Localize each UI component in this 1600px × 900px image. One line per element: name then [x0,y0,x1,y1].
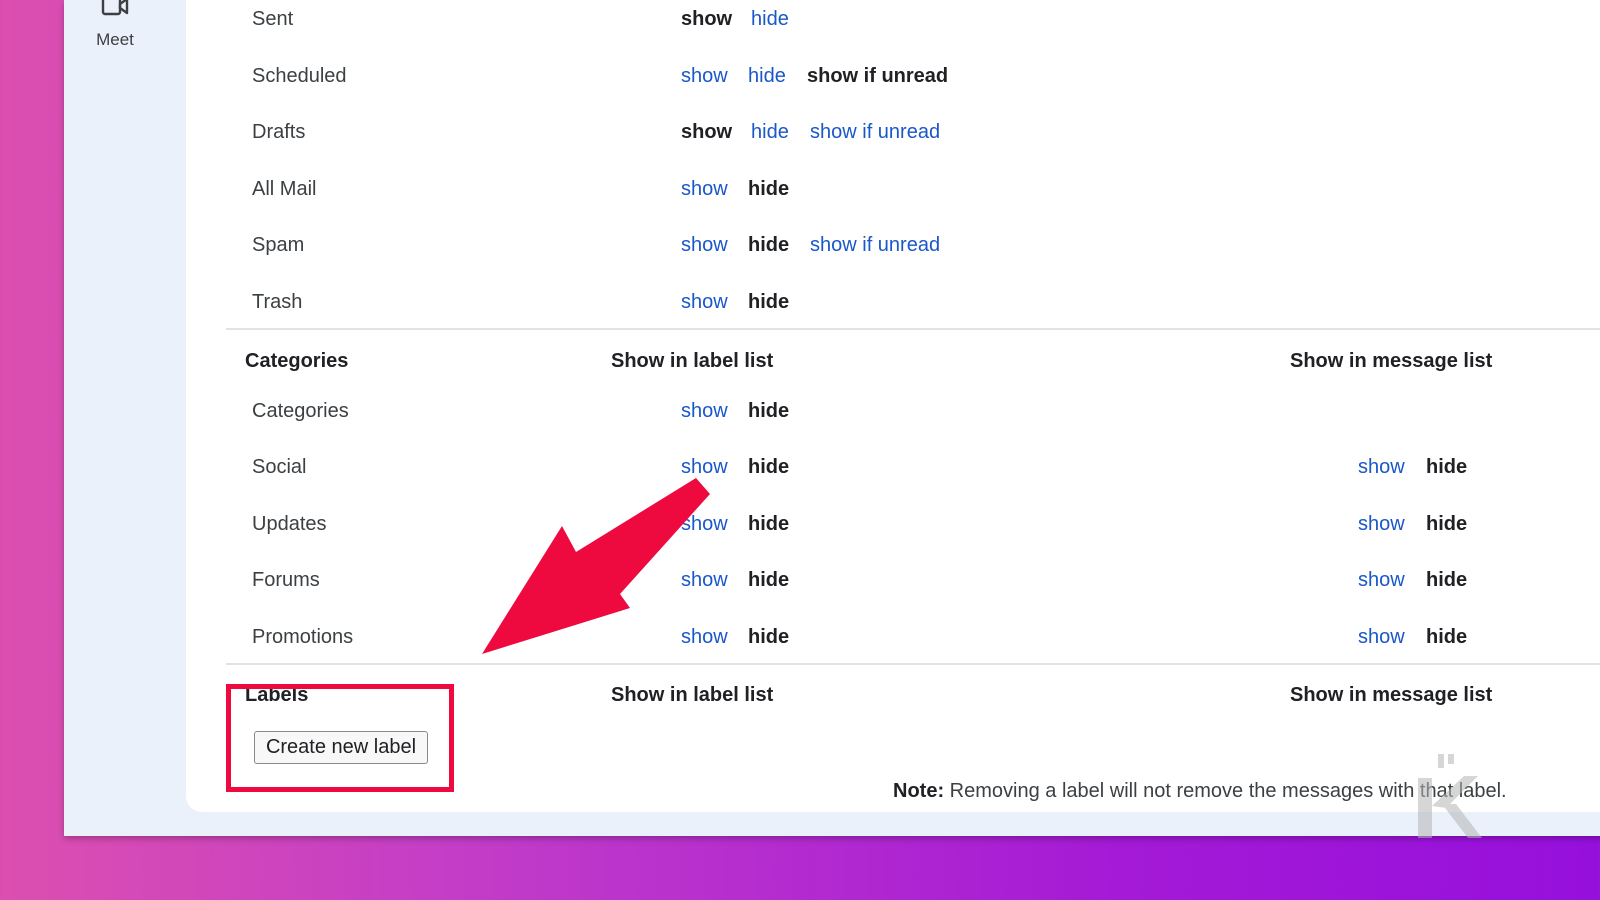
category-option-hide: hide [1426,626,1468,648]
category-option-hide: hide [1426,569,1468,591]
category-row: Social show hide show hide [186,450,1600,490]
system-label-option: show if unread [807,65,949,87]
category-option-hide: hide [748,569,790,591]
category-option-show[interactable]: show [1358,513,1405,536]
category-option-hide: hide [748,626,790,648]
category-row: Forums show hide show hide [186,563,1600,603]
categories-col-label-list: Show in label list [611,350,774,372]
category-option-hide: hide [1426,456,1468,478]
category-name: Categories [252,400,349,422]
category-name: Forums [252,569,320,591]
system-label-row: Scheduled show hide show if unread [186,59,1600,99]
system-label-name: Trash [252,291,303,313]
category-name: Updates [252,513,327,535]
system-label-option: show [681,121,733,143]
system-label-option: hide [748,178,790,200]
system-label-row: All Mail show hide [186,172,1600,212]
pointer-arrow-icon [482,478,710,654]
category-name: Social [252,456,307,478]
system-label-row: Trash show hide [186,285,1600,325]
system-label-row: Sent show hide [186,2,1600,42]
system-label-option[interactable]: show [681,291,728,314]
categories-col-message-list: Show in message list [1290,350,1493,372]
note-label: Note: [893,780,945,802]
system-label-option[interactable]: hide [751,8,789,31]
system-label-name: Drafts [252,121,306,143]
highlight-box [226,684,454,792]
system-label-name: Sent [252,8,294,30]
system-label-name: Scheduled [252,65,347,87]
category-option-show[interactable]: show [1358,569,1405,592]
category-option-hide: hide [1426,513,1468,535]
category-option-show[interactable]: show [1358,626,1405,649]
system-label-option: hide [748,291,790,313]
system-label-option[interactable]: show [681,178,728,201]
system-label-row: Drafts show hide show if unread [186,115,1600,155]
category-option-show[interactable]: show [1358,456,1405,479]
category-option-hide: hide [748,513,790,535]
system-label-name: All Mail [252,178,317,200]
system-label-option[interactable]: show [681,234,728,257]
system-label-option: hide [748,234,790,256]
category-option-hide: hide [748,400,790,422]
category-row: Categories show hide [186,394,1600,434]
rail-meet-label: Meet [96,30,134,49]
rail-meet-item[interactable]: Meet [82,0,148,50]
category-row: Updates show hide show hide [186,507,1600,547]
category-option-hide: hide [748,456,790,478]
categories-heading: Categories [245,350,349,372]
system-label-option[interactable]: hide [748,65,786,88]
category-row: Promotions show hide show hide [186,620,1600,660]
section-divider [226,328,1600,330]
category-option-show[interactable]: show [681,400,728,423]
video-camera-icon [101,0,129,16]
system-label-option[interactable]: hide [751,121,789,144]
watermark-logo [1418,754,1482,838]
labels-col-label-list: Show in label list [611,684,774,706]
system-label-option[interactable]: show if unread [810,234,940,257]
system-label-option[interactable]: show [681,65,728,88]
system-label-row: Spam show hide show if unread [186,228,1600,268]
system-label-option[interactable]: show if unread [810,121,940,144]
labels-col-message-list: Show in message list [1290,684,1493,706]
system-label-option: show [681,8,733,30]
section-divider [226,663,1600,665]
side-rail: Meet [64,0,166,836]
category-name: Promotions [252,626,354,648]
system-label-name: Spam [252,234,305,256]
